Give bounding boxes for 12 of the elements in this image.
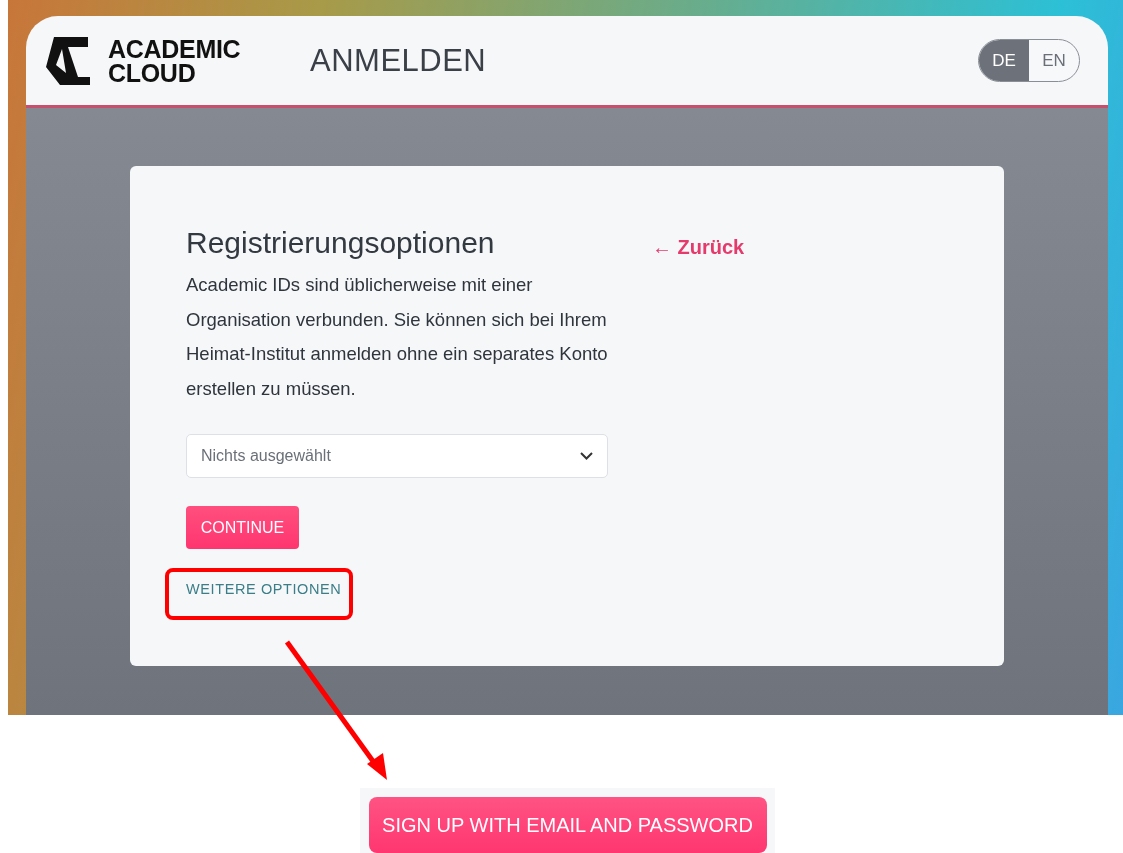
language-toggle-option[interactable]: EN bbox=[1029, 40, 1079, 81]
more-options-link[interactable]: WEITERE OPTIONEN bbox=[186, 581, 342, 597]
continue-button[interactable]: CONTINUE bbox=[186, 506, 299, 549]
back-link[interactable]: ← Zurück bbox=[652, 236, 745, 666]
logo-text: ACADEMIC CLOUD bbox=[108, 36, 242, 85]
card-title: Registrierungsoptionen bbox=[186, 226, 495, 260]
sign-up-button[interactable]: SIGN UP WITH EMAIL AND PASSWORD bbox=[368, 797, 767, 853]
select-field[interactable]: Nichts ausgewählt bbox=[186, 434, 608, 478]
chevron-down-icon bbox=[580, 452, 593, 460]
description-text: Academic IDs sind üblicherweise mit einer Organisation verbunden. Sie können sich bei Ihrem Heimat-Institut anmelden ohne ein separates Konto erstellen zu müssen. bbox=[186, 273, 608, 401]
language-toggle-option[interactable]: DE bbox=[979, 40, 1029, 81]
page-title: ANMELDEN bbox=[310, 42, 487, 79]
